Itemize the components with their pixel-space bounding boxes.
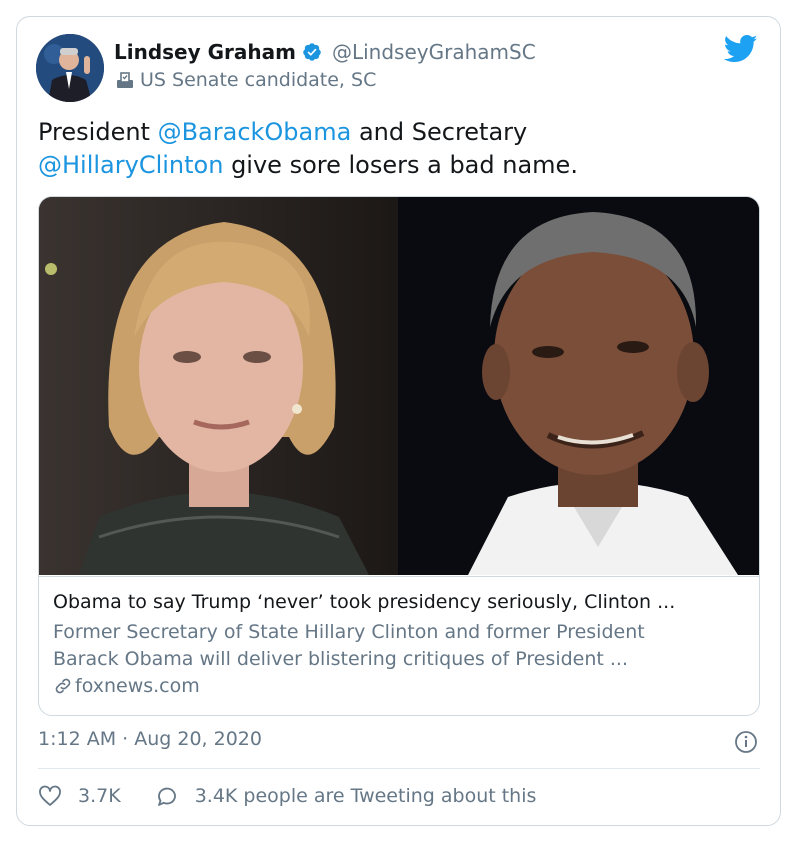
link-icon (55, 678, 71, 694)
heart-icon (39, 785, 61, 806)
divider (38, 768, 760, 769)
conversation-action[interactable]: 3.4K people are Tweeting about this (155, 784, 537, 808)
avatar[interactable] (36, 34, 104, 102)
tweet-text: President @BarackObama and Secretary @Hi… (38, 116, 738, 182)
link-preview-domain-row: foxnews.com (53, 675, 200, 697)
tweet-text-part: President (38, 118, 158, 146)
verified-badge-icon (303, 43, 321, 61)
speech-bubble-icon (157, 787, 176, 806)
like-count: 3.7K (78, 785, 121, 807)
link-preview-images (39, 197, 759, 575)
government-ballot-icon (117, 72, 133, 88)
mention-barack-obama[interactable]: @BarackObama (158, 118, 352, 146)
tweet-timestamp[interactable]: 1:12 AM · Aug 20, 2020 (38, 728, 262, 750)
link-preview-body: Obama to say Trump ‘never’ took presiden… (39, 576, 759, 715)
author-handle[interactable]: @LindseyGrahamSC (332, 40, 536, 64)
author-name[interactable]: Lindsey Graham (114, 40, 296, 64)
tweet-actions: 3.7K 3.4K people are Tweeting about this (38, 784, 536, 808)
link-preview-card[interactable]: Obama to say Trump ‘never’ took presiden… (38, 196, 760, 716)
link-preview-domain: foxnews.com (75, 675, 200, 697)
conversation-count: 3.4K people are Tweeting about this (194, 785, 537, 807)
link-preview-description: Former Secretary of State Hillary Clinto… (53, 619, 743, 673)
hillary-clinton-photo (39, 197, 398, 575)
author-label-row: US Senate candidate, SC (116, 69, 376, 91)
twitter-bird-icon[interactable] (724, 34, 758, 64)
author-label: US Senate candidate, SC (140, 69, 377, 91)
barack-obama-photo (398, 197, 759, 575)
tweet-text-part: give sore losers a bad name. (223, 151, 578, 179)
author-row: Lindsey Graham @LindseyGrahamSC (114, 40, 536, 64)
link-preview-description-line: Former Secretary of State Hillary Clinto… (53, 621, 645, 643)
info-icon[interactable] (734, 730, 758, 754)
mention-hillary-clinton[interactable]: @HillaryClinton (38, 151, 223, 179)
link-preview-description-line: Barack Obama will deliver blistering cri… (53, 648, 629, 670)
link-preview-title[interactable]: Obama to say Trump ‘never’ took presiden… (53, 591, 753, 613)
tweet-text-part: and Secretary (351, 118, 528, 146)
like-action[interactable]: 3.7K (38, 784, 121, 808)
